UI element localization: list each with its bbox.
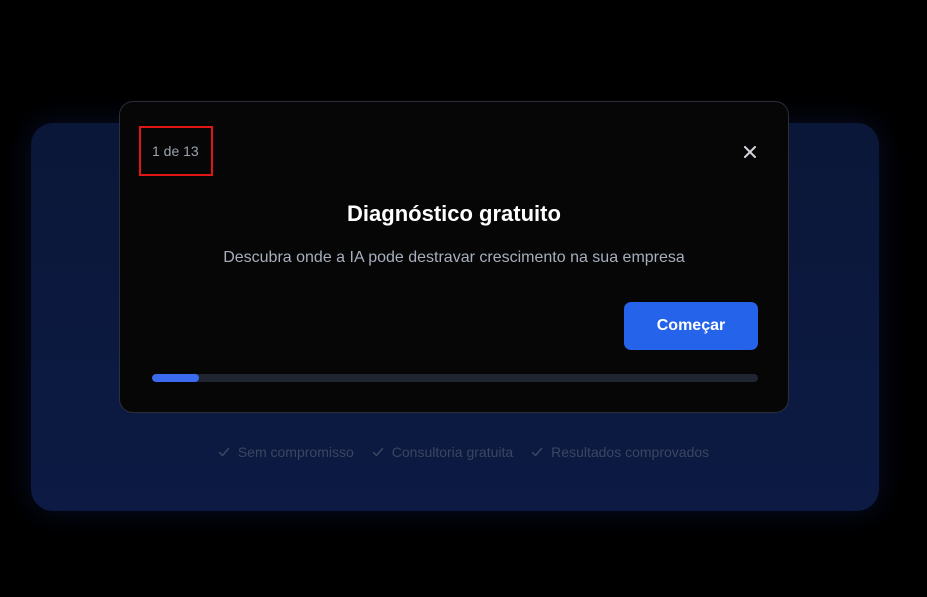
feature-label: Consultoria gratuita (391, 444, 514, 460)
feature-item: Resultados comprovados (531, 444, 709, 460)
diagnostic-modal: 1 de 13 Diagnóstico gratuito Descubra on… (119, 101, 789, 413)
feature-label: Sem compromisso (237, 444, 354, 460)
check-icon (531, 446, 543, 458)
check-icon (372, 446, 384, 458)
progress-bar (152, 374, 758, 382)
progress-fill (152, 374, 199, 382)
feature-item: Consultoria gratuita (372, 444, 513, 460)
modal-subtitle: Descubra onde a IA pode destravar cresci… (223, 249, 685, 266)
feature-label: Resultados comprovados (551, 444, 710, 460)
modal-title: Diagnóstico gratuito (347, 201, 561, 226)
close-icon (744, 146, 756, 158)
step-counter: 1 de 13 (152, 143, 199, 159)
feature-item: Sem compromisso (218, 444, 354, 460)
feature-list: Sem compromisso Consultoria gratuita Res… (0, 444, 927, 460)
close-button[interactable] (740, 142, 760, 162)
page: Sem compromisso Consultoria gratuita Res… (0, 0, 927, 597)
check-icon (218, 446, 230, 458)
start-button[interactable]: Começar (624, 302, 758, 350)
